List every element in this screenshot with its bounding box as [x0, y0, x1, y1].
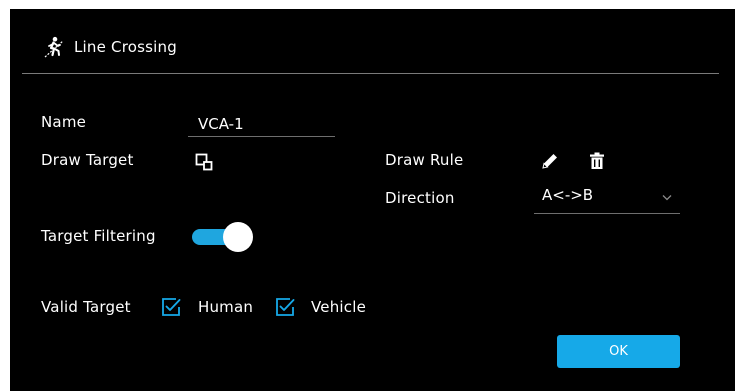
vehicle-checkbox[interactable] — [275, 297, 295, 317]
valid-target-label: Valid Target — [41, 298, 131, 316]
line-crossing-dialog: Line Crossing Name Draw Target Draw Rule… — [10, 9, 735, 391]
human-label: Human — [198, 298, 254, 316]
chevron-down-icon — [662, 195, 672, 201]
pencil-icon[interactable] — [541, 152, 559, 170]
direction-value: A<->B — [542, 186, 594, 204]
name-input[interactable] — [188, 107, 335, 137]
name-label: Name — [41, 113, 87, 131]
header-divider — [22, 73, 719, 74]
toggle-knob — [223, 222, 253, 252]
direction-select[interactable]: A<->B — [534, 183, 680, 214]
draw-target-label: Draw Target — [41, 151, 134, 169]
ok-button[interactable]: OK — [557, 335, 680, 368]
trash-icon[interactable] — [589, 152, 605, 170]
vehicle-label: Vehicle — [311, 298, 367, 316]
draw-rule-label: Draw Rule — [385, 151, 464, 169]
dialog-title: Line Crossing — [74, 38, 177, 56]
target-filtering-label: Target Filtering — [41, 227, 156, 245]
draw-rectangle-icon[interactable] — [195, 153, 213, 171]
target-filtering-toggle[interactable] — [192, 222, 254, 252]
human-checkbox[interactable] — [161, 297, 181, 317]
direction-label: Direction — [385, 189, 455, 207]
pedestrian-crossing-icon — [44, 36, 64, 58]
